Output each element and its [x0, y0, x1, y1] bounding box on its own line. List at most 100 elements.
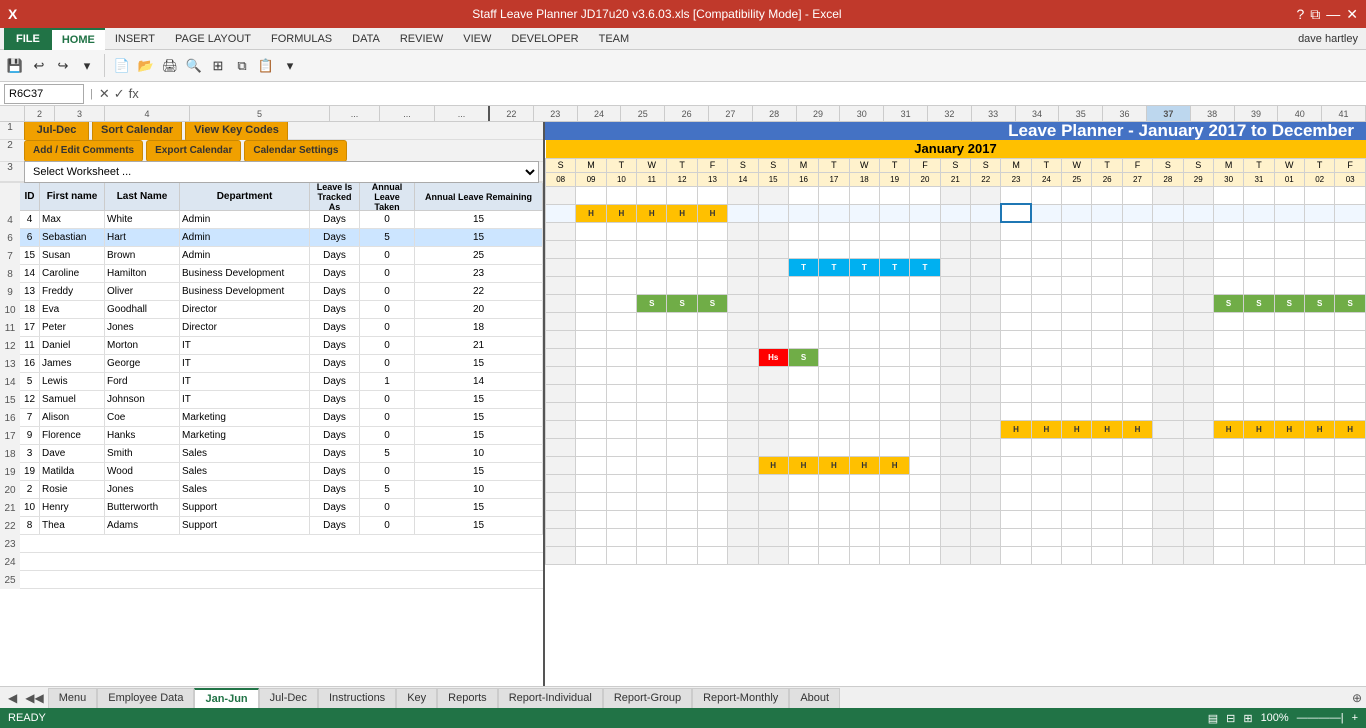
close-icon[interactable]: ✕ — [1346, 6, 1358, 23]
cal-cell[interactable] — [667, 312, 697, 330]
cal-cell[interactable] — [1062, 348, 1092, 366]
cal-cell[interactable] — [910, 438, 940, 456]
cal-cell[interactable] — [940, 438, 970, 456]
cal-cell[interactable] — [1274, 384, 1304, 402]
cal-cell[interactable] — [637, 420, 667, 438]
cal-cell[interactable] — [758, 492, 788, 510]
cal-cell[interactable] — [910, 420, 940, 438]
cal-cell[interactable] — [971, 258, 1001, 276]
cal-cell[interactable] — [606, 402, 636, 420]
cal-cell[interactable] — [1062, 474, 1092, 492]
zoom-in-icon[interactable]: + — [1352, 712, 1358, 724]
table-row[interactable]: 10 18 Eva Goodhall Director Days 0 20 — [0, 301, 543, 319]
cal-cell[interactable] — [728, 240, 758, 258]
cal-cell[interactable] — [971, 330, 1001, 348]
cal-cell[interactable] — [667, 348, 697, 366]
cal-cell[interactable] — [697, 258, 727, 276]
cal-cell[interactable] — [1213, 474, 1243, 492]
cal-cell[interactable] — [1062, 186, 1092, 204]
cal-cell[interactable] — [1183, 312, 1213, 330]
cal-cell[interactable] — [1031, 456, 1061, 474]
cal-cell[interactable] — [788, 384, 818, 402]
cal-cell[interactable] — [879, 366, 909, 384]
cal-cell[interactable] — [637, 330, 667, 348]
cal-cell[interactable] — [697, 186, 727, 204]
cal-cell[interactable]: S — [1213, 294, 1243, 312]
tab-home[interactable]: HOME — [52, 28, 105, 50]
export-calendar-button[interactable]: Export Calendar — [146, 140, 241, 162]
print-preview-icon[interactable]: 🔍 — [183, 52, 205, 80]
cal-cell[interactable] — [788, 276, 818, 294]
cal-cell[interactable] — [1122, 222, 1152, 240]
cal-cell[interactable] — [971, 438, 1001, 456]
cal-cell[interactable] — [758, 294, 788, 312]
cal-cell[interactable]: H — [697, 204, 727, 222]
cal-cell[interactable] — [637, 402, 667, 420]
cal-cell[interactable] — [1092, 312, 1122, 330]
cal-cell[interactable] — [1031, 492, 1061, 510]
cal-cell[interactable] — [1001, 312, 1031, 330]
cal-cell[interactable] — [1183, 186, 1213, 204]
cal-cell[interactable] — [1183, 474, 1213, 492]
cal-cell[interactable] — [940, 402, 970, 420]
cal-cell[interactable] — [1092, 222, 1122, 240]
cal-cell[interactable] — [1244, 348, 1274, 366]
cal-cell[interactable] — [1153, 366, 1183, 384]
cal-cell[interactable] — [546, 276, 576, 294]
cal-cell[interactable]: H — [606, 204, 636, 222]
cal-cell[interactable] — [1001, 348, 1031, 366]
cal-cell[interactable]: T — [879, 258, 909, 276]
cal-cell[interactable]: S — [1274, 294, 1304, 312]
cal-cell[interactable] — [667, 222, 697, 240]
cal-cell[interactable] — [819, 240, 849, 258]
cal-cell[interactable] — [1031, 240, 1061, 258]
cal-cell[interactable] — [1062, 366, 1092, 384]
cal-cell[interactable]: H — [637, 204, 667, 222]
cal-cell[interactable] — [1335, 492, 1366, 510]
cal-cell[interactable] — [1122, 330, 1152, 348]
cal-cell[interactable] — [910, 222, 940, 240]
cal-cell[interactable] — [1122, 348, 1152, 366]
cal-cell[interactable] — [910, 294, 940, 312]
minimize-icon[interactable]: — — [1326, 6, 1340, 23]
cal-cell[interactable] — [546, 348, 576, 366]
cal-cell[interactable] — [576, 186, 606, 204]
cal-cell[interactable] — [1183, 294, 1213, 312]
cal-cell[interactable] — [1335, 384, 1366, 402]
cal-cell[interactable] — [1122, 384, 1152, 402]
cal-cell[interactable] — [1183, 276, 1213, 294]
cal-cell[interactable] — [971, 402, 1001, 420]
cal-cell[interactable] — [1092, 402, 1122, 420]
cal-cell[interactable] — [910, 240, 940, 258]
cal-cell[interactable] — [910, 384, 940, 402]
cal-cell[interactable] — [1304, 456, 1334, 474]
cal-cell[interactable] — [1183, 222, 1213, 240]
cal-cell[interactable] — [637, 276, 667, 294]
cal-cell[interactable] — [1244, 240, 1274, 258]
cal-cell[interactable] — [1153, 258, 1183, 276]
undo-icon[interactable]: ↩ — [28, 52, 50, 80]
cal-cell[interactable]: H — [1031, 420, 1061, 438]
cal-cell[interactable] — [1031, 330, 1061, 348]
cal-cell[interactable] — [1183, 384, 1213, 402]
cal-cell[interactable] — [910, 186, 940, 204]
cal-cell[interactable] — [1153, 420, 1183, 438]
cal-cell[interactable] — [1153, 348, 1183, 366]
cal-cell[interactable]: H — [1244, 420, 1274, 438]
cal-cell[interactable] — [1213, 384, 1243, 402]
cal-cell[interactable] — [606, 438, 636, 456]
cal-cell[interactable] — [1244, 456, 1274, 474]
cal-cell[interactable] — [606, 420, 636, 438]
cal-cell[interactable] — [606, 222, 636, 240]
cal-cell[interactable] — [697, 240, 727, 258]
cal-cell[interactable] — [758, 366, 788, 384]
cal-cell[interactable] — [940, 348, 970, 366]
cal-cell[interactable] — [728, 402, 758, 420]
cal-cell[interactable] — [1062, 492, 1092, 510]
cal-cell[interactable] — [849, 474, 879, 492]
cal-cell[interactable] — [1062, 330, 1092, 348]
cal-cell[interactable] — [728, 420, 758, 438]
cal-cell[interactable] — [1183, 330, 1213, 348]
cal-cell[interactable] — [1001, 438, 1031, 456]
cal-cell[interactable] — [546, 312, 576, 330]
